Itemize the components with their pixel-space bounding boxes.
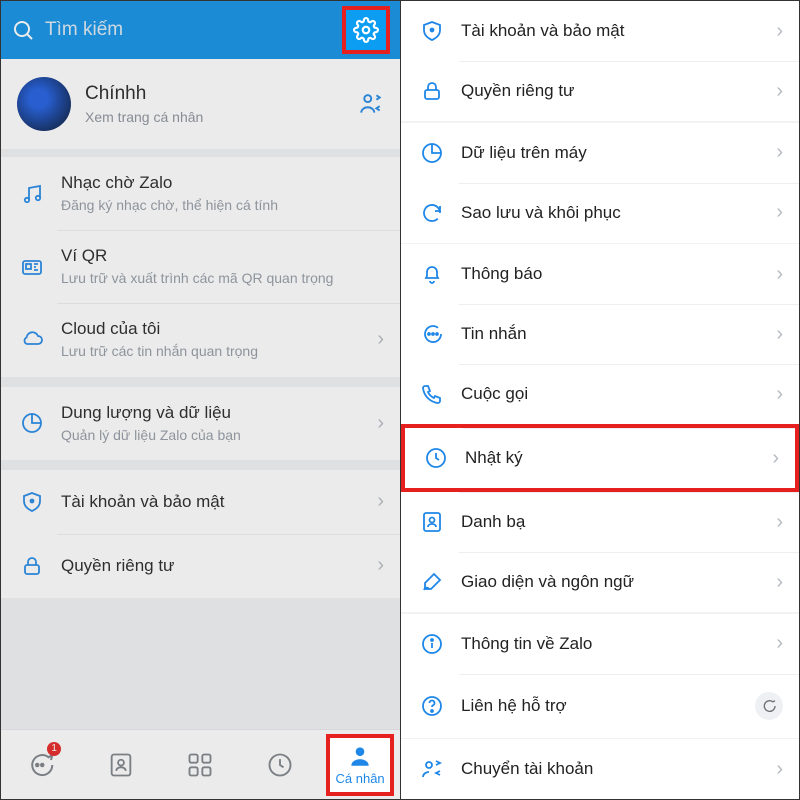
chevron-right-icon: ›: [776, 80, 783, 103]
item-title: Chuyển tài khoản: [461, 759, 776, 779]
contacts-icon: [417, 510, 447, 534]
nav-timeline[interactable]: [246, 734, 314, 796]
phone-icon: [417, 382, 447, 406]
chat-bubble-icon[interactable]: [755, 692, 783, 720]
setting-notif[interactable]: Thông báo ›: [401, 244, 799, 304]
switch-account-icon: [417, 757, 447, 781]
profile-sub: Xem trang cá nhân: [85, 109, 358, 125]
profile-row[interactable]: Chínhh Xem trang cá nhân: [1, 59, 400, 157]
chevron-right-icon: ›: [772, 447, 779, 470]
setting-message[interactable]: Tin nhắn ›: [401, 304, 799, 364]
setting-privacy[interactable]: Quyền riêng tư ›: [401, 61, 799, 121]
item-storage[interactable]: Dung lượng và dữ liệu Quản lý dữ liệu Zal…: [1, 387, 400, 460]
pie-icon: [17, 411, 47, 435]
search-input[interactable]: [45, 19, 342, 41]
item-title: Nhật ký: [465, 448, 772, 468]
lock-icon: [17, 554, 47, 578]
setting-call[interactable]: Cuộc gọi ›: [401, 364, 799, 424]
item-title: Cuộc gọi: [461, 384, 776, 404]
chevron-right-icon: ›: [776, 632, 783, 655]
item-ringtone[interactable]: Nhạc chờ Zalo Đăng ký nhạc chờ, thể hiện …: [1, 157, 400, 230]
pie-icon: [417, 141, 447, 165]
setting-diary[interactable]: Nhật ký ›: [401, 424, 799, 492]
item-title: Ví QR: [61, 246, 384, 266]
chevron-right-icon: ›: [776, 20, 783, 43]
bottom-nav: 1 Cá nhân: [1, 729, 400, 799]
setting-security[interactable]: Tài khoản và bảo mật ›: [401, 1, 799, 61]
setting-about[interactable]: Thông tin về Zalo ›: [401, 614, 799, 674]
item-title: Thông báo: [461, 264, 776, 284]
item-title: Tài khoản và bảo mật: [61, 492, 377, 512]
avatar: [17, 77, 71, 131]
shield-icon: [417, 19, 447, 43]
qr-icon: [17, 255, 47, 279]
setting-switch[interactable]: Chuyển tài khoản ›: [401, 739, 799, 799]
cloud-icon: [17, 328, 47, 352]
chevron-right-icon: ›: [776, 758, 783, 781]
nav-discover[interactable]: [166, 734, 234, 796]
setting-backup[interactable]: Sao lưu và khôi phục ›: [401, 183, 799, 243]
left-panel: Chínhh Xem trang cá nhân Nhạc chờ Zalo Đă…: [1, 1, 400, 799]
settings-button[interactable]: [342, 6, 390, 54]
item-security[interactable]: Tài khoản và bảo mật ›: [1, 470, 400, 534]
nav-messages[interactable]: 1: [7, 734, 75, 796]
setting-support[interactable]: Liên hệ hỗ trợ: [401, 674, 799, 738]
lock-icon: [417, 79, 447, 103]
item-privacy[interactable]: Quyền riêng tư ›: [1, 534, 400, 598]
item-desc: Đăng ký nhạc chờ, thể hiện cá tính: [61, 196, 384, 214]
chevron-right-icon: ›: [776, 141, 783, 164]
item-title: Cloud của tôi: [61, 319, 377, 339]
sync-icon: [417, 201, 447, 225]
item-title: Nhạc chờ Zalo: [61, 173, 384, 193]
clock-icon: [421, 446, 451, 470]
search-icon: [11, 18, 35, 42]
gear-icon: [353, 17, 379, 43]
chevron-right-icon: ›: [776, 571, 783, 594]
item-title: Quyền riêng tư: [61, 556, 377, 576]
chevron-right-icon: ›: [377, 328, 384, 351]
item-title: Dung lượng và dữ liệu: [61, 403, 377, 423]
music-icon: [17, 182, 47, 206]
chevron-right-icon: ›: [776, 201, 783, 224]
profile-name: Chínhh: [85, 83, 358, 105]
bell-icon: [417, 262, 447, 286]
shield-icon: [17, 490, 47, 514]
chevron-right-icon: ›: [377, 412, 384, 435]
nav-contacts[interactable]: [87, 734, 155, 796]
message-icon: [417, 322, 447, 346]
help-icon: [417, 694, 447, 718]
item-desc: Lưu trữ và xuất trình các mã QR quan trọ…: [61, 269, 384, 287]
item-desc: Quản lý dữ liệu Zalo của bạn: [61, 426, 377, 444]
setting-contacts[interactable]: Danh bạ ›: [401, 492, 799, 552]
chevron-right-icon: ›: [377, 554, 384, 577]
item-title: Quyền riêng tư: [461, 81, 776, 101]
item-qrwallet[interactable]: Ví QR Lưu trữ và xuất trình các mã QR qua…: [1, 230, 400, 303]
setting-ui[interactable]: Giao diện và ngôn ngữ ›: [401, 552, 799, 612]
right-panel: Tài khoản và bảo mật › Quyền riêng tư › …: [400, 1, 799, 799]
item-title: Thông tin về Zalo: [461, 634, 776, 654]
nav-me[interactable]: Cá nhân: [326, 734, 394, 796]
search-header: [1, 1, 400, 59]
brush-icon: [417, 570, 447, 594]
setting-devicedata[interactable]: Dữ liệu trên máy ›: [401, 123, 799, 183]
item-title: Tin nhắn: [461, 324, 776, 344]
chevron-right-icon: ›: [776, 323, 783, 346]
chevron-right-icon: ›: [377, 490, 384, 513]
nav-label: Cá nhân: [336, 771, 385, 786]
badge: 1: [47, 742, 61, 756]
item-title: Liên hệ hỗ trợ: [461, 696, 755, 716]
item-title: Sao lưu và khôi phục: [461, 203, 776, 223]
item-title: Giao diện và ngôn ngữ: [461, 572, 776, 592]
chevron-right-icon: ›: [776, 383, 783, 406]
chevron-right-icon: ›: [776, 263, 783, 286]
swap-icon[interactable]: [358, 91, 384, 117]
item-title: Tài khoản và bảo mật: [461, 21, 776, 41]
item-desc: Lưu trữ các tin nhắn quan trọng: [61, 342, 377, 360]
item-title: Dữ liệu trên máy: [461, 143, 776, 163]
item-title: Danh bạ: [461, 512, 776, 532]
item-cloud[interactable]: Cloud của tôi Lưu trữ các tin nhắn quan t…: [1, 303, 400, 376]
info-icon: [417, 632, 447, 656]
chevron-right-icon: ›: [776, 511, 783, 534]
